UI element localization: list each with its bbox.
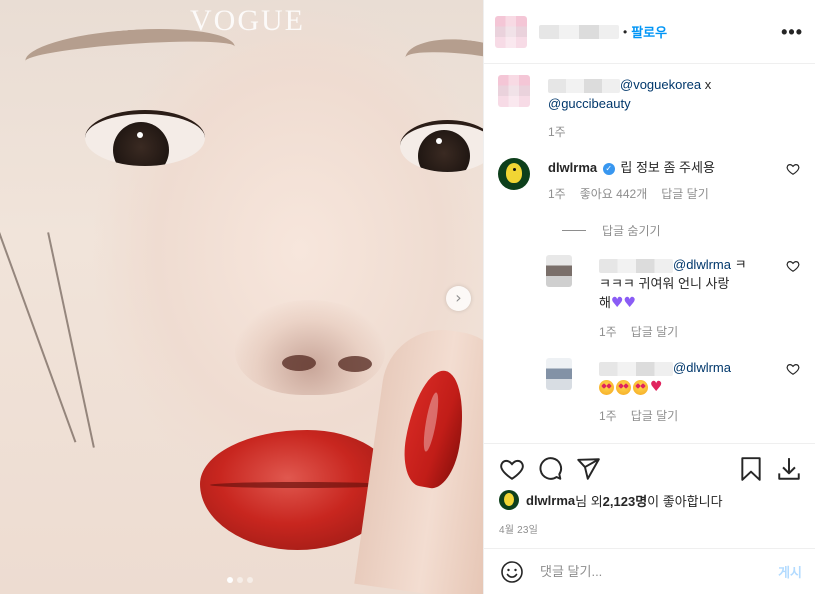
caption-body: @voguekorea x @guccibeauty 1주 (548, 75, 711, 142)
caption-time[interactable]: 1주 (548, 123, 566, 142)
red-heart-emoji: ♥ (650, 379, 663, 395)
caption-meta: 1주 (548, 123, 711, 142)
next-image-button[interactable]: › (446, 286, 471, 311)
nose (235, 300, 385, 395)
post-photo[interactable]: VOGUE › (0, 0, 483, 594)
reply-time[interactable]: 1주 (599, 407, 617, 426)
likes-mid: 님 외 (575, 493, 603, 509)
verified-badge-icon: ✓ (602, 162, 615, 175)
reply-body: @dlwlrma ㅋ ㅋㅋㅋ 귀여워 언니 사랑 해♥♥ 1주 답글 달기 (599, 255, 800, 342)
post-caption: @voguekorea x @guccibeauty 1주 (498, 75, 800, 142)
commenter-avatar[interactable] (498, 158, 530, 190)
comment-icon[interactable] (537, 456, 563, 482)
post-actions: dlwlrma 님 외 2,123명 이 좋아합니다 4월 23일 (484, 443, 815, 536)
comment-form: 게시 (484, 548, 815, 594)
post-comment-button[interactable]: 게시 (778, 562, 802, 581)
reply-time[interactable]: 1주 (599, 323, 617, 342)
reply-mention[interactable]: @dlwlrma (673, 360, 731, 375)
header-separator: • (623, 24, 628, 39)
purple-heart-emoji: ♥ (610, 295, 624, 311)
left-eye (85, 110, 205, 166)
caption-avatar-blurred[interactable] (498, 75, 530, 107)
reply-item: @dlwlrma ㅋ ㅋㅋㅋ 귀여워 언니 사랑 해♥♥ 1주 답글 달기 (546, 255, 800, 342)
caption-connector: x (701, 77, 712, 92)
reply-avatar-blurred[interactable] (546, 358, 572, 390)
follow-button[interactable]: 팔로우 (631, 22, 667, 41)
caption-username-blurred[interactable] (548, 78, 620, 93)
reply-reply-button[interactable]: 답글 달기 (631, 407, 679, 426)
reply-username-blurred[interactable] (599, 361, 673, 376)
hair-strand (47, 232, 95, 448)
reply-meta: 1주 답글 달기 (599, 407, 778, 426)
comment-text: 립 정보 좀 주세용 (620, 160, 715, 175)
reply-mention[interactable]: @dlwlrma (673, 257, 731, 272)
purple-heart-emoji: ♥ (623, 295, 637, 311)
hide-replies-label: 답글 숨기기 (602, 224, 661, 238)
reply-like-heart-icon[interactable] (786, 259, 800, 273)
star-struck-emoji (616, 380, 631, 396)
reply-text-line3: 해 (599, 295, 611, 310)
hide-replies-line (562, 230, 586, 231)
liker-username[interactable]: dlwlrma (526, 493, 575, 508)
post-date[interactable]: 4월 23일 (499, 521, 802, 536)
reply-text-line1: ㅋ (730, 257, 747, 272)
nostril-right (338, 356, 372, 372)
comment-item: dlwlrma ✓ 립 정보 좀 주세용 1주 좋아요 442개 답글 달기 (498, 158, 800, 204)
reply-meta: 1주 답글 달기 (599, 323, 778, 342)
more-options-icon[interactable]: ••• (781, 23, 803, 41)
carousel-dot (237, 577, 243, 583)
comment-reply-button[interactable]: 답글 달기 (661, 185, 709, 204)
carousel-dots (227, 577, 253, 583)
post-header: • 팔로우 ••• (484, 0, 815, 64)
action-bar (499, 456, 802, 482)
carousel-dot (247, 577, 253, 583)
reply-username-blurred[interactable] (599, 258, 673, 273)
liker-avatar[interactable] (499, 490, 519, 510)
hide-replies-button[interactable]: 답글 숨기기 (562, 222, 800, 239)
comment-input[interactable] (540, 564, 779, 579)
right-eye (400, 120, 483, 172)
author-avatar-blurred[interactable] (495, 15, 527, 48)
left-eyebrow (23, 22, 237, 86)
post-sidebar: • 팔로우 ••• @voguekorea x @guccibeauty 1주 … (483, 0, 815, 594)
star-struck-emoji (633, 380, 648, 396)
reply-text-line2: ㅋㅋㅋ 귀여워 언니 사랑 (599, 276, 730, 291)
share-icon[interactable] (575, 456, 601, 482)
likes-tail: 이 좋아합니다 (647, 493, 723, 509)
reply-avatar-blurred[interactable] (546, 255, 572, 287)
right-eyebrow (402, 33, 483, 95)
comment-meta: 1주 좋아요 442개 답글 달기 (548, 185, 800, 204)
reply-body: @dlwlrma ♥ 1주 답글 달기 (599, 358, 800, 426)
download-icon[interactable] (776, 456, 802, 482)
comments-section[interactable]: @voguekorea x @guccibeauty 1주 dlwlrma ✓ … (484, 65, 815, 443)
mention-guccibeauty[interactable]: @guccibeauty (548, 96, 631, 111)
emoji-picker-icon[interactable] (500, 560, 524, 584)
comment-time[interactable]: 1주 (548, 185, 566, 204)
reply-reply-button[interactable]: 답글 달기 (631, 323, 679, 342)
bookmark-icon[interactable] (738, 456, 764, 482)
likes-count[interactable]: 2,123명 (603, 491, 648, 510)
reply-item: @dlwlrma ♥ 1주 답글 달기 (546, 358, 800, 426)
heart-icon[interactable] (499, 456, 525, 482)
comment-like-heart-icon[interactable] (786, 162, 800, 176)
lip-line (210, 482, 390, 488)
mention-voguekorea[interactable]: @voguekorea (620, 77, 701, 92)
star-struck-emoji (599, 380, 614, 396)
comment-body: dlwlrma ✓ 립 정보 좀 주세용 1주 좋아요 442개 답글 달기 (548, 158, 800, 204)
reply-like-heart-icon[interactable] (786, 362, 800, 376)
comment-username[interactable]: dlwlrma (548, 160, 597, 175)
carousel-dot-active (227, 577, 233, 583)
likes-summary: dlwlrma 님 외 2,123명 이 좋아합니다 (499, 490, 802, 510)
comment-likes[interactable]: 좋아요 442개 (580, 185, 648, 204)
nostril-left (282, 355, 316, 371)
author-username-blurred[interactable] (539, 24, 619, 39)
